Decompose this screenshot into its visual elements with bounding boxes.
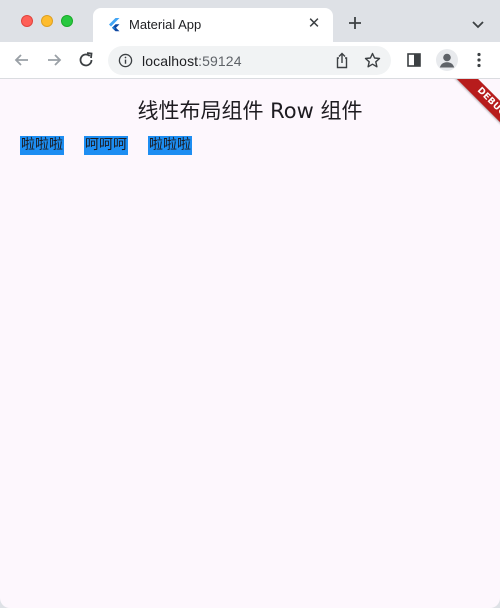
debug-label: DEBUG	[453, 79, 500, 139]
back-arrow-icon[interactable]	[12, 50, 32, 70]
app-page: 线性布局组件 Row 组件 啦啦啦 呵呵呵 啦啦啦 DEBUG	[0, 79, 500, 608]
chevron-down-icon[interactable]	[470, 16, 486, 32]
debug-banner: DEBUG	[440, 79, 500, 139]
bookmark-star-icon[interactable]	[364, 52, 381, 69]
tab-strip: Material App ✕	[0, 0, 500, 42]
flutter-icon	[109, 18, 120, 32]
share-icon[interactable]	[334, 52, 350, 69]
row-layout: 啦啦啦 呵呵呵 啦啦啦	[20, 136, 192, 155]
reload-icon[interactable]	[76, 50, 96, 70]
url-text[interactable]: localhost:59124	[142, 53, 242, 69]
browser-toolbar: localhost:59124	[0, 42, 500, 79]
browser-window: Material App ✕ localhost:59124 线性布局组件 Ro…	[0, 0, 500, 608]
row-item-1: 啦啦啦	[20, 136, 64, 155]
window-minimize-button[interactable]	[41, 15, 53, 27]
more-menu-icon[interactable]	[469, 50, 489, 70]
person-icon	[439, 53, 455, 68]
new-tab-icon[interactable]	[345, 13, 365, 33]
window-maximize-button[interactable]	[61, 15, 73, 27]
tab-close-icon[interactable]: ✕	[305, 15, 323, 33]
profile-avatar[interactable]	[436, 49, 458, 71]
row-item-2: 呵呵呵	[84, 136, 128, 155]
forward-arrow-icon[interactable]	[44, 50, 64, 70]
window-close-button[interactable]	[21, 15, 33, 27]
address-bar[interactable]: localhost:59124	[108, 46, 391, 75]
page-title: 线性布局组件 Row 组件	[137, 99, 363, 123]
tab-material-app[interactable]: Material App ✕	[93, 8, 333, 42]
info-icon[interactable]	[118, 53, 133, 68]
row-item-3: 啦啦啦	[148, 136, 192, 155]
side-panel-icon[interactable]	[404, 50, 424, 70]
tab-title: Material App	[129, 17, 202, 32]
url-host: localhost	[142, 53, 199, 69]
url-port: :59124	[198, 53, 242, 69]
